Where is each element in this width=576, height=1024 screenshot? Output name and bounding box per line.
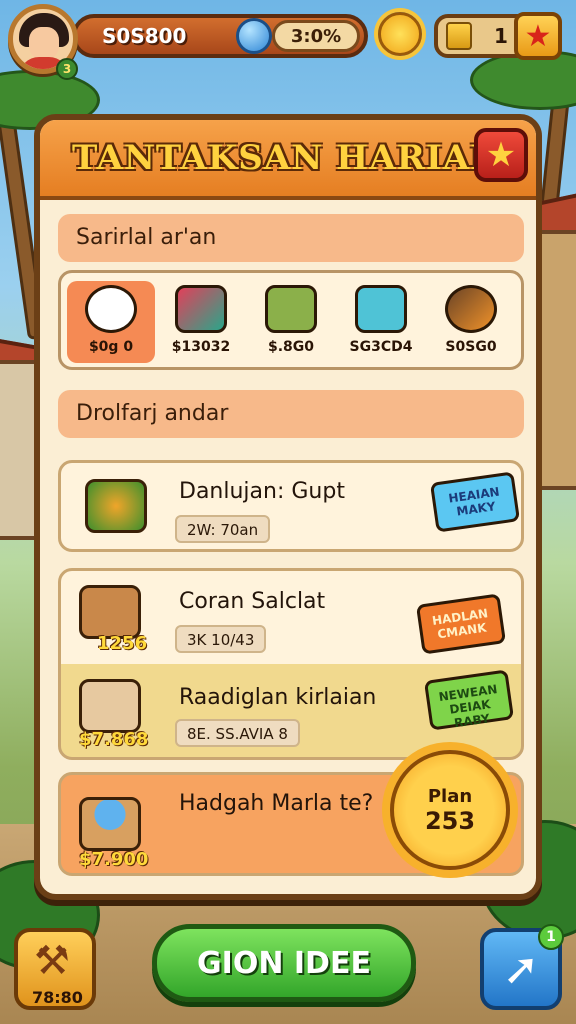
percent-value: 3:0%	[272, 20, 360, 52]
gem-icon	[236, 18, 272, 54]
rewards-row: $0g 0 $13032 $.8G0 SG3CD4 S0SG0	[58, 270, 524, 370]
sun-badge[interactable]: Plan 253	[390, 750, 510, 870]
reward-item[interactable]: $13032	[157, 281, 245, 363]
task-price: 1256	[97, 633, 148, 654]
notification-badge: 1	[538, 924, 564, 950]
fruit-icon	[85, 479, 147, 533]
board-icon	[265, 285, 317, 333]
plush-toy-icon	[85, 285, 137, 333]
task-title: Hadgah Marla te?	[179, 791, 374, 816]
task-tag: HEAIAN MAKY	[429, 471, 521, 533]
tool-icon	[175, 285, 227, 333]
level-badge: 3	[56, 58, 78, 80]
panel-title: TANTAKSAN HARIAN	[72, 138, 503, 178]
drum-icon	[79, 679, 141, 733]
favorite-button[interactable]: ★	[474, 128, 528, 182]
task-price: $7.900	[79, 849, 149, 870]
task-tag: NEWEAN DEIAK RABY	[423, 669, 515, 731]
section-label: Sarirlal ar'an	[76, 225, 217, 250]
task-title: Raadiglan kirlaian	[179, 685, 377, 710]
reward-item[interactable]: $.8G0	[247, 281, 335, 363]
reward-item[interactable]: S0SG0	[427, 281, 515, 363]
arrow-icon: ➚	[502, 943, 540, 995]
coin-value: S0S800	[102, 24, 187, 48]
reward-item[interactable]: SG3CD4	[337, 281, 425, 363]
task-group: 1256 Coran Salclat 3K 10/43 HADLAN CMANK…	[58, 568, 524, 760]
daily-challenge-panel: TANTAKSAN HARIAN ★ Sarirlal ar'an $0g 0 …	[34, 114, 542, 900]
gift-icon	[79, 797, 141, 851]
chest-icon	[355, 285, 407, 333]
task-card[interactable]: Danlujan: Gupt 2W: 70an HEAIAN MAKY	[58, 460, 524, 552]
task-progress: 8E. SS.AVIA 8	[175, 719, 300, 747]
ticket-value: 1	[494, 24, 508, 48]
section-header-tasks: Drolfarj andar	[58, 390, 524, 438]
top-hud: S0S800 3:0% 3 1 ★	[0, 0, 576, 80]
task-title: Coran Salclat	[179, 589, 326, 614]
panel-header: TANTAKSAN HARIAN ★	[40, 120, 536, 200]
coin-counter: S0S800 3:0%	[72, 14, 368, 58]
hammer-icon: ⚒	[34, 938, 70, 984]
star-button[interactable]: ★	[514, 12, 562, 60]
task-tag: HADLAN CMANK	[415, 593, 507, 655]
torch-icon	[445, 285, 497, 333]
reward-item[interactable]: $0g 0	[67, 281, 155, 363]
task-title: Danlujan: Gupt	[179, 479, 345, 504]
ticket-icon	[446, 22, 472, 50]
go-button[interactable]: GION IDEE	[152, 924, 416, 1002]
sun-icon[interactable]	[378, 12, 422, 56]
task-progress: 2W: 70an	[175, 515, 271, 543]
hammer-button[interactable]: ⚒ 78:80	[14, 928, 96, 1010]
task-progress: 3K 10/43	[175, 625, 267, 653]
hammer-value: 78:80	[32, 988, 83, 1007]
section-header-rewards: Sarirlal ar'an	[58, 214, 524, 262]
section-label: Drolfarj andar	[76, 401, 229, 426]
task-price: $7.868	[79, 729, 149, 750]
share-button[interactable]: ➚ 1	[480, 924, 564, 1010]
crate-icon	[79, 585, 141, 639]
